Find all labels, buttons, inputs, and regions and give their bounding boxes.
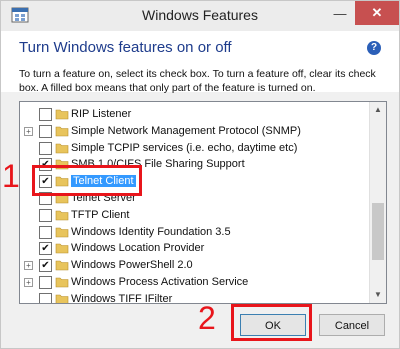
feature-label: RIP Listener xyxy=(71,108,132,120)
feature-label: Windows Process Activation Service xyxy=(71,276,249,288)
feature-checkbox[interactable] xyxy=(39,276,52,289)
title-bar: Windows Features — ✕ xyxy=(1,1,399,31)
feature-row[interactable]: ✔ Windows Location Provider xyxy=(20,241,368,257)
folder-icon xyxy=(55,294,69,303)
step-2-marker: 2 xyxy=(198,300,216,336)
feature-checkbox[interactable]: ✔ xyxy=(39,242,52,256)
feature-checkbox[interactable]: ✔ xyxy=(39,259,52,273)
scrollbar-thumb[interactable] xyxy=(372,203,384,260)
feature-checkbox[interactable] xyxy=(39,225,52,239)
feature-label: Windows PowerShell 2.0 xyxy=(71,259,193,272)
scroll-down-icon[interactable]: ▼ xyxy=(370,287,386,303)
dialog-header: Turn Windows features on or off ? To tur… xyxy=(1,31,399,94)
scroll-up-icon[interactable]: ▲ xyxy=(370,102,386,118)
close-button[interactable]: ✕ xyxy=(355,1,399,25)
feature-row[interactable]: + Windows Process Activation Service xyxy=(20,275,368,291)
folder-icon xyxy=(55,210,69,221)
minimize-button[interactable]: — xyxy=(325,1,355,25)
feature-row[interactable]: Windows TIFF IFilter xyxy=(20,292,368,304)
feature-label: Windows TIFF IFilter xyxy=(71,292,173,304)
expand-icon[interactable]: + xyxy=(24,126,33,136)
folder-icon xyxy=(55,126,69,137)
feature-row[interactable]: TFTP Client xyxy=(20,208,368,224)
feature-checkbox[interactable] xyxy=(39,108,52,121)
feature-label: Windows Location Provider xyxy=(71,242,205,255)
vertical-scrollbar[interactable]: ▲ ▼ xyxy=(369,102,386,303)
folder-icon xyxy=(55,277,69,288)
cancel-button[interactable]: Cancel xyxy=(319,314,385,336)
instructions-text: To turn a feature on, select its check b… xyxy=(19,68,376,94)
step-1-marker: 1 xyxy=(2,158,20,194)
page-title: Turn Windows features on or off xyxy=(19,39,232,56)
folder-icon xyxy=(55,227,69,237)
help-icon[interactable]: ? xyxy=(367,41,381,55)
feature-label: TFTP Client xyxy=(71,208,130,221)
feature-row[interactable]: + Simple Network Management Protocol (SNM… xyxy=(20,124,368,140)
folder-icon xyxy=(55,109,69,120)
feature-checkbox[interactable] xyxy=(39,124,52,138)
feature-label: Windows Identity Foundation 3.5 xyxy=(71,225,231,238)
telnet-client-highlight xyxy=(32,165,142,196)
feature-checkbox[interactable] xyxy=(39,292,52,303)
feature-row[interactable]: + ✔ Windows PowerShell 2.0 xyxy=(20,258,368,274)
folder-icon xyxy=(55,143,69,153)
folder-icon xyxy=(55,244,69,254)
feature-checkbox[interactable] xyxy=(39,208,52,222)
features-tree[interactable]: RIP Listener + Simple Network Management P… xyxy=(19,101,387,304)
feature-row[interactable]: Windows Identity Foundation 3.5 xyxy=(20,225,368,241)
expand-icon[interactable]: + xyxy=(24,278,33,287)
expand-icon[interactable]: + xyxy=(24,261,33,271)
feature-row[interactable]: Simple TCPIP services (i.e. echo, daytim… xyxy=(20,141,368,157)
feature-label: Simple TCPIP services (i.e. echo, daytim… xyxy=(71,141,298,154)
feature-label: Simple Network Management Protocol (SNMP… xyxy=(71,124,301,137)
folder-icon xyxy=(55,260,69,271)
feature-row[interactable]: RIP Listener xyxy=(20,107,368,123)
ok-button-highlight xyxy=(231,304,312,341)
feature-checkbox[interactable] xyxy=(39,141,52,155)
